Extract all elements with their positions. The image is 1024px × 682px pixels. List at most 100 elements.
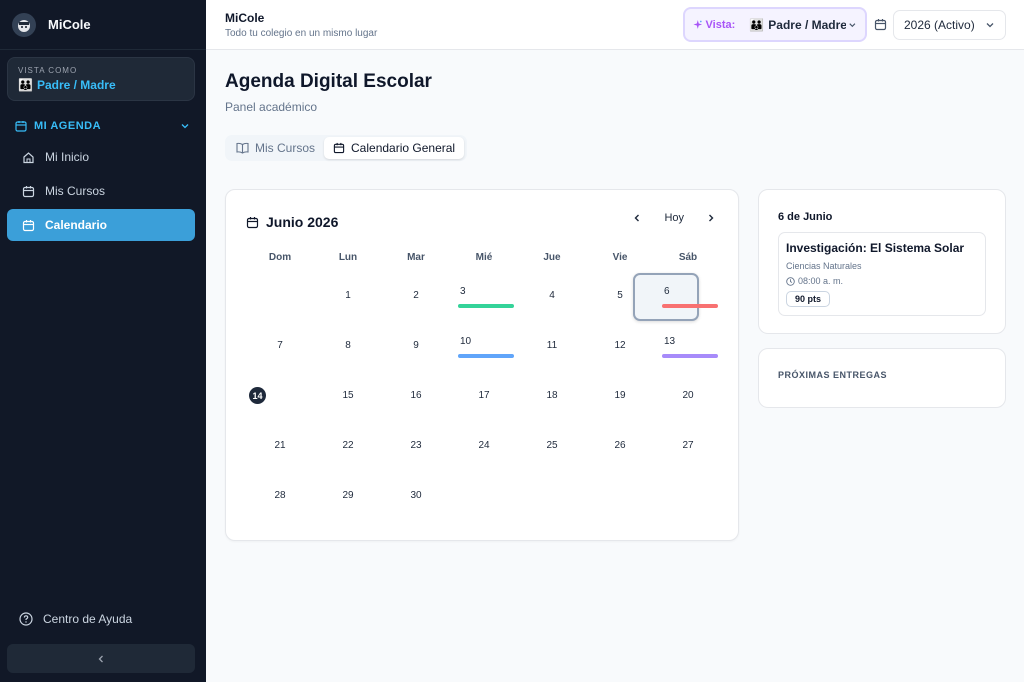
event-bar[interactable] (662, 354, 718, 358)
chevron-left-icon (634, 214, 640, 222)
task-card[interactable]: Investigación: El Sistema Solar Ciencias… (778, 232, 986, 316)
view-as-role: Padre / Madre (36, 78, 116, 92)
year-value: 2026 (Activo) (904, 18, 975, 32)
day-number: 20 (682, 390, 694, 401)
sidebar-item-mis-cursos[interactable]: Mis Cursos (7, 175, 195, 207)
day-detail-card: 6 de Junio Investigación: El Sistema Sol… (758, 189, 1006, 334)
sidebar-section-agenda[interactable]: MI AGENDA (15, 120, 190, 132)
view-as-value: 👪 Padre / Madre (18, 78, 184, 92)
calendar-day-27[interactable]: 27 (654, 422, 722, 472)
page-subtitle: Panel académico (225, 100, 318, 114)
tab-calendario-general[interactable]: Calendario General (324, 137, 465, 159)
book-icon (236, 142, 249, 154)
help-center-label: Centro de Ayuda (43, 612, 133, 626)
calendar-day-21[interactable]: 21 (246, 422, 314, 472)
day-number: 17 (478, 390, 490, 401)
event-bar[interactable] (662, 304, 718, 308)
day-number: 8 (345, 340, 351, 351)
weekday-label: Jue (543, 252, 561, 263)
calendar-day-24[interactable]: 24 (450, 422, 518, 472)
calendar-day-8[interactable]: 8 (314, 322, 382, 372)
calendar-day-23[interactable]: 23 (382, 422, 450, 472)
calendar-day-19[interactable]: 19 (586, 372, 654, 422)
calendar-day-17[interactable]: 17 (450, 372, 518, 422)
page-title: Agenda Digital Escolar (225, 71, 432, 92)
family-icon: 👪 (18, 78, 33, 92)
calendar-day-2[interactable]: 2 (382, 272, 450, 322)
month-label: Junio 2026 (266, 214, 339, 230)
brand-name: MiCole (48, 17, 91, 32)
day-number: 30 (410, 490, 422, 501)
weekday-header: Dom Lun Mar Mié Jue Vie Sáb (246, 252, 722, 263)
upcoming-title: PRÓXIMAS ENTREGAS (778, 370, 888, 380)
day-number: 6 (664, 286, 670, 297)
calendar-day-22[interactable]: 22 (314, 422, 382, 472)
clock-icon (786, 276, 795, 286)
year-select[interactable]: 2026 (Activo) (893, 10, 1006, 40)
sidebar-item-calendario[interactable]: Calendario (7, 209, 195, 241)
calendar-day-13[interactable]: 13 (654, 322, 722, 372)
calendar-day-5[interactable]: 5 (586, 272, 654, 322)
calendar-nav: Hoy (632, 212, 716, 224)
calendar-empty-cell (246, 272, 314, 322)
brand[interactable]: MiCole (0, 0, 206, 50)
event-bar[interactable] (458, 354, 514, 358)
calendar-day-1[interactable]: 1 (314, 272, 382, 322)
calendar-day-29[interactable]: 29 (314, 472, 382, 522)
calendar-day-20[interactable]: 20 (654, 372, 722, 422)
calendar-icon (874, 19, 887, 31)
day-number: 12 (614, 340, 626, 351)
calendar-icon (333, 142, 345, 154)
calendar-day-28[interactable]: 28 (246, 472, 314, 522)
weekday-label: Dom (268, 252, 292, 263)
weekday-label: Mar (407, 252, 425, 263)
prev-month-button[interactable] (632, 213, 642, 223)
calendar-day-6[interactable]: 6 (654, 272, 722, 322)
calendar-day-11[interactable]: 11 (518, 322, 586, 372)
calendar-day-9[interactable]: 9 (382, 322, 450, 372)
calendar-day-26[interactable]: 26 (586, 422, 654, 472)
help-center-link[interactable]: Centro de Ayuda (19, 612, 132, 626)
sparkle-icon (693, 20, 703, 29)
calendar-day-30[interactable]: 30 (382, 472, 450, 522)
day-number: 4 (549, 290, 555, 301)
tab-label: Mis Cursos (255, 141, 316, 155)
view-as-panel: VISTA COMO 👪 Padre / Madre (7, 57, 195, 101)
calendar-icon (22, 219, 35, 231)
collapse-sidebar-button[interactable] (7, 644, 195, 673)
chevron-down-icon (181, 124, 189, 129)
day-number: 27 (682, 440, 694, 451)
next-month-button[interactable] (706, 213, 716, 223)
calendar-day-7[interactable]: 7 (246, 322, 314, 372)
calendar-day-12[interactable]: 12 (586, 322, 654, 372)
today-button[interactable]: Hoy (664, 212, 684, 224)
help-icon (19, 612, 33, 626)
sidebar-item-mi-inicio[interactable]: Mi Inicio (7, 141, 195, 173)
sidebar-item-label: Calendario (45, 218, 108, 232)
calendar-header: Junio 2026 (246, 214, 338, 230)
sidebar-section-label: MI AGENDA (34, 120, 102, 132)
weekday-label: Vie (612, 252, 628, 263)
chevron-down-icon (849, 22, 856, 27)
logo-icon (12, 12, 36, 37)
calendar-day-10[interactable]: 10 (450, 322, 518, 372)
day-number: 22 (342, 440, 354, 451)
calendar-day-16[interactable]: 16 (382, 372, 450, 422)
day-number: 24 (478, 440, 490, 451)
day-number: 13 (664, 336, 676, 347)
role-select[interactable]: Vista: 👪 Padre / Madre (683, 7, 867, 42)
event-bar[interactable] (458, 304, 514, 308)
calendar-day-14[interactable]: 14 (246, 372, 314, 422)
calendar-day-4[interactable]: 4 (518, 272, 586, 322)
role-label: Vista: (705, 18, 736, 31)
tab-mis-cursos[interactable]: Mis Cursos (227, 137, 324, 159)
view-tabs: Mis Cursos Calendario General (225, 135, 467, 161)
day-number: 9 (413, 340, 419, 351)
calendar-day-18[interactable]: 18 (518, 372, 586, 422)
calendar-icon (246, 216, 259, 228)
calendar-day-15[interactable]: 15 (314, 372, 382, 422)
calendar-day-3[interactable]: 3 (450, 272, 518, 322)
day-number: 26 (614, 440, 626, 451)
calendar-day-25[interactable]: 25 (518, 422, 586, 472)
weekday-label: Lun (338, 252, 358, 263)
